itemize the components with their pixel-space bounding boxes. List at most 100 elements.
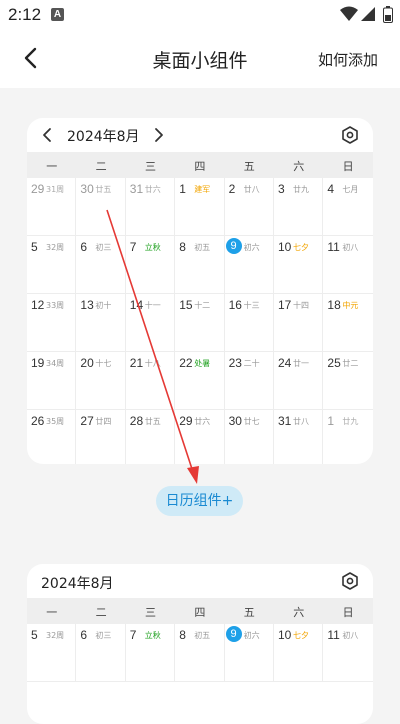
date-cell[interactable]: 10 七夕 (274, 236, 324, 293)
date-number: 22 (179, 356, 193, 370)
date-cell[interactable]: 22 处暑 (175, 352, 225, 409)
date-cell[interactable]: 2 廿八 (225, 178, 274, 235)
next-month-icon[interactable] (153, 127, 165, 143)
lunar-label: 七夕 (293, 243, 309, 252)
week-row: 12 33周 13 初十 14 十一 15 十二 16 十三 17 十四 18 中元 (27, 294, 373, 352)
date-cell[interactable]: 30 廿五 (76, 178, 126, 235)
add-calendar-widget-button[interactable]: 日历组件+ (156, 486, 243, 516)
date-cell[interactable]: 23 二十 (225, 352, 274, 409)
date-number: 20 (80, 356, 94, 370)
weekday-label: 四 (194, 606, 206, 619)
lunar-label: 二十 (243, 359, 260, 368)
lunar-label: 建军 (194, 185, 211, 194)
date-number: 8 (179, 240, 186, 254)
lunar-label: 处暑 (194, 359, 211, 368)
calendar-widget-preview-compact[interactable]: 2024年8月 一 二 三 四 五 六 日 5 32周 6 初三 7 立秋 8 初五 9 初六 10… (27, 564, 373, 724)
date-cell[interactable]: 19 34周 (27, 352, 77, 409)
date-number: 15 (179, 298, 193, 312)
date-number: 12 (31, 298, 45, 312)
date-cell[interactable]: 6 初三 (76, 236, 126, 293)
date-cell[interactable]: 26 35周 (27, 410, 77, 464)
date-number: 24 (278, 356, 292, 370)
back-arrow-icon[interactable] (18, 44, 46, 72)
date-number: 28 (129, 414, 144, 428)
date-number: 21 (129, 356, 144, 370)
settings-gear-icon[interactable] (341, 126, 359, 144)
date-number: 3 (278, 182, 285, 196)
weekday-label: 三 (144, 606, 156, 619)
lunar-label: 十三 (243, 301, 260, 310)
lunar-label: 十四 (293, 301, 309, 310)
date-cell[interactable]: 7 立秋 (126, 624, 176, 681)
date-cell[interactable]: 28 廿五 (126, 410, 176, 464)
date-cell[interactable]: 17 十四 (274, 294, 324, 351)
lunar-label: 七月 (342, 185, 359, 194)
date-cell[interactable]: 14 十一 (126, 294, 176, 351)
lunar-label: 廿九 (293, 185, 309, 194)
date-number: 6 (80, 628, 88, 642)
date-number: 19 (31, 356, 45, 370)
date-cell[interactable]: 15 十二 (175, 294, 225, 351)
lunar-label: 初十 (95, 301, 112, 310)
date-cell[interactable]: 27 廿四 (76, 410, 126, 464)
settings-gear-icon[interactable] (341, 572, 359, 590)
weekday-header: 一 二 三 四 五 六 日 (27, 152, 373, 178)
prev-month-icon[interactable] (41, 127, 53, 143)
week-row: 19 34周 20 十七 21 十八 22 处暑 23 二十 24 廿一 25 廿二 (27, 352, 373, 410)
date-cell[interactable]: 7 立秋 (126, 236, 176, 293)
month-label: 2024年8月 (41, 576, 114, 592)
date-cell[interactable]: 24 廿一 (274, 352, 324, 409)
date-number: 9 (225, 238, 242, 254)
date-cell[interactable]: 21 十八 (126, 352, 176, 409)
lunar-label: 立秋 (144, 243, 161, 252)
lunar-label: 初五 (194, 631, 211, 640)
date-number: 18 (327, 298, 341, 312)
date-cell[interactable]: 3 廿九 (274, 178, 324, 235)
lunar-label: 32周 (46, 243, 65, 252)
date-cell[interactable]: 5 32周 (27, 236, 77, 293)
date-cell[interactable]: 29 31周 (27, 178, 77, 235)
date-cell[interactable]: 4 七月 (323, 178, 372, 235)
weekday-label: 日 (342, 160, 354, 173)
date-cell[interactable]: 11 初八 (323, 624, 372, 681)
date-number: 11 (327, 628, 340, 642)
date-number: 7 (129, 240, 137, 254)
app-header: 桌面小组件 如何添加 (0, 30, 400, 88)
date-cell[interactable]: 1 建军 (175, 178, 225, 235)
how-to-add-link[interactable]: 如何添加 (318, 49, 378, 70)
date-number: 17 (278, 298, 292, 312)
status-bar: 2:12 A (0, 0, 400, 30)
weekday-label: 五 (243, 160, 255, 173)
calendar-widget-preview[interactable]: 2024年8月 一 二 三 四 五 六 日 29 31周 30 廿五 31 廿六 1 建军 2 廿… (27, 118, 373, 464)
date-cell[interactable]: 11 初八 (323, 236, 372, 293)
lunar-label: 廿九 (342, 417, 359, 426)
date-cell[interactable]: 8 初五 (175, 236, 225, 293)
date-cell[interactable]: 1 廿九 (323, 410, 372, 464)
date-cell[interactable]: 31 廿六 (126, 178, 176, 235)
date-cell[interactable]: 13 初十 (76, 294, 126, 351)
date-cell[interactable]: 8 初五 (175, 624, 225, 681)
date-cell[interactable]: 12 33周 (27, 294, 77, 351)
date-number: 27 (80, 414, 94, 428)
date-cell[interactable]: 29 廿六 (175, 410, 225, 464)
date-cell[interactable]: 6 初三 (76, 624, 126, 681)
weekday-label: 二 (95, 606, 107, 619)
lunar-label: 33周 (46, 301, 65, 310)
date-cell[interactable]: 10 七夕 (274, 624, 324, 681)
week-row: 29 31周 30 廿五 31 廿六 1 建军 2 廿八 3 廿九 4 七月 (27, 178, 373, 236)
date-cell[interactable]: 25 廿二 (323, 352, 372, 409)
lunar-label: 廿一 (293, 359, 309, 368)
date-number: 31 (129, 182, 144, 196)
lunar-label: 十一 (144, 301, 161, 310)
date-cell[interactable]: 16 十三 (225, 294, 274, 351)
date-cell[interactable]: 18 中元 (323, 294, 372, 351)
weekday-label: 一 (46, 160, 58, 173)
lunar-label: 中元 (342, 301, 359, 310)
date-cell[interactable]: 5 32周 (27, 624, 77, 681)
weekday-label: 一 (46, 606, 58, 619)
date-cell[interactable]: 20 十七 (76, 352, 126, 409)
date-cell-today[interactable]: 9 初六 (225, 624, 274, 681)
date-cell[interactable]: 30 廿七 (225, 410, 274, 464)
date-cell[interactable]: 31 廿八 (274, 410, 324, 464)
date-cell-today[interactable]: 9 初六 (225, 236, 274, 293)
